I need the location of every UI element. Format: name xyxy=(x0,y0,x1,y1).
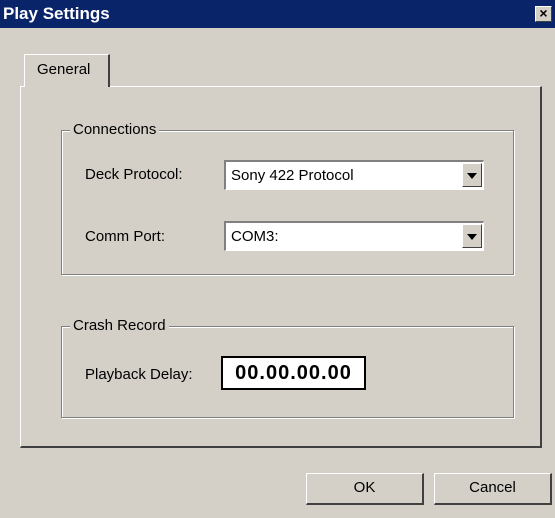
deck-protocol-label: Deck Protocol: xyxy=(85,166,183,183)
comm-port-value: COM3: xyxy=(231,228,279,245)
deck-protocol-select[interactable]: Sony 422 Protocol xyxy=(224,160,484,190)
cancel-button[interactable]: Cancel xyxy=(434,473,552,505)
playback-delay-input[interactable]: 00.00.00.00 xyxy=(221,356,366,390)
connections-group: Connections xyxy=(61,121,514,275)
connections-group-label: Connections xyxy=(70,121,160,138)
chevron-down-icon[interactable] xyxy=(462,224,482,248)
chevron-down-icon[interactable] xyxy=(462,163,482,187)
comm-port-select[interactable]: COM3: xyxy=(224,221,484,251)
comm-port-label: Comm Port: xyxy=(85,228,166,245)
play-settings-dialog: Play Settings × General Connections Deck… xyxy=(0,0,555,518)
ok-button[interactable]: OK xyxy=(306,473,424,505)
deck-protocol-value: Sony 422 Protocol xyxy=(231,167,354,184)
close-icon: × xyxy=(539,5,548,21)
window-title: Play Settings xyxy=(3,4,110,23)
title-bar: Play Settings × xyxy=(0,0,555,28)
close-button[interactable]: × xyxy=(535,6,552,22)
tab-general-label: General xyxy=(37,61,91,78)
playback-delay-label: Playback Delay: xyxy=(85,366,193,383)
crash-record-group-label: Crash Record xyxy=(70,317,169,334)
tab-general[interactable]: General xyxy=(24,54,110,87)
